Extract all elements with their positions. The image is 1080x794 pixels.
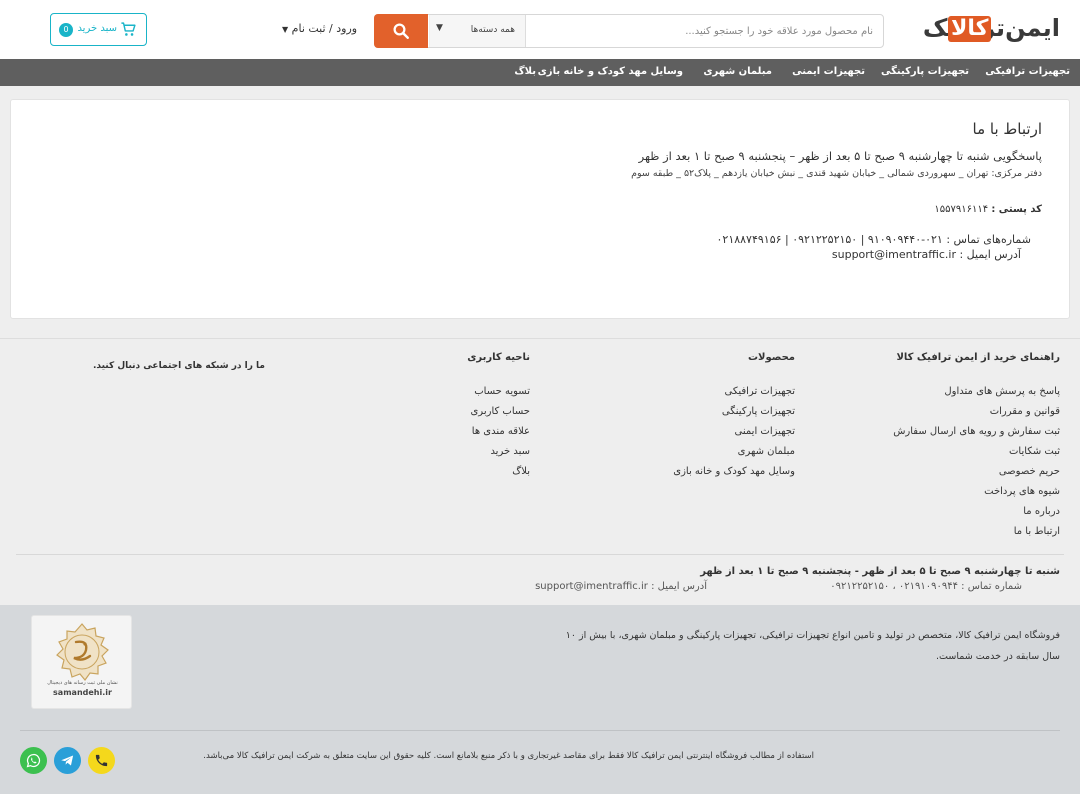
login-register-link[interactable]: ورود / ثبت نام ▼	[282, 22, 357, 35]
nav-item-urban-furniture[interactable]: مبلمان شهری	[703, 66, 772, 77]
caret-down-icon: ▼	[282, 25, 289, 34]
footer-link[interactable]: حساب کاربری	[470, 406, 530, 417]
site-logo[interactable]: ایمن‌ترافیک کالا	[923, 10, 1060, 46]
footer-col-products-title: محصولات	[747, 352, 795, 363]
store-description: فروشگاه ایمن ترافیک کالا، متخصص در تولید…	[565, 630, 1060, 662]
footer-col-account-title: ناحیه کاربری	[467, 352, 530, 363]
footer-link[interactable]: پاسخ به پرسش های متداول	[944, 386, 1060, 397]
nav-item-safety-equipment[interactable]: تجهیزات ایمنی	[792, 66, 865, 77]
category-select[interactable]: همه دسته‌ها ▼	[429, 15, 526, 47]
phone-numbers: شماره‌های تماس : ۰۲۱-۹۱۰۹۰۹۴۴۰ | ۰۹۲۱۲۲۵…	[716, 233, 1031, 246]
cart-count-badge: 0	[59, 23, 73, 37]
samandehi-badge[interactable]: نشان ملی ثبت رسانه های دیجیتال samandehi…	[31, 615, 132, 709]
whatsapp-button[interactable]	[20, 747, 47, 774]
footer-link[interactable]: مبلمان شهری	[738, 446, 795, 457]
contact-card: ارتباط با ما پاسخگویی شنبه تا چهارشنبه ۹…	[10, 99, 1070, 319]
footer-link[interactable]: قوانین و مقررات	[990, 406, 1060, 417]
footer-link[interactable]: تجهیزات پارکینگی	[722, 406, 795, 417]
postal-code-label: کد پستی :	[991, 204, 1042, 215]
cart-icon	[121, 22, 136, 36]
office-address: دفتر مرکزی: تهران _ سهروردی شمالی _ خیاب…	[631, 168, 1042, 179]
main-nav: تجهیزات ترافیکی تجهیزات پارکینگی تجهیزات…	[0, 59, 1080, 86]
footer-bottom: فروشگاه ایمن ترافیک کالا، متخصص در تولید…	[0, 605, 1080, 794]
samandehi-emblem-icon	[56, 623, 109, 681]
footer-phone-numbers: شماره تماس : ۰۲۱۹۱۰۹۰۹۴۴ ، ۰۹۲۱۲۲۵۲۱۵۰	[830, 581, 1022, 592]
footer-col-guide-title: راهنمای خرید از ایمن ترافیک کالا	[896, 352, 1060, 363]
footer-bottom-divider	[20, 730, 1060, 731]
chevron-down-icon: ▼	[436, 23, 443, 33]
nav-item-traffic-equipment[interactable]: تجهیزات ترافیکی	[985, 66, 1070, 77]
telegram-button[interactable]	[54, 747, 81, 774]
search-icon	[393, 23, 409, 39]
footer-social-title: ما را در شبکه های اجتماعی دنبال کنید.	[92, 361, 265, 371]
nav-item-parking-equipment[interactable]: تجهیزات پارکینگی	[881, 66, 969, 77]
footer-link[interactable]: علاقه مندی ها	[472, 426, 530, 437]
phone-button[interactable]	[88, 747, 115, 774]
logo-accent-text: کالا	[948, 16, 992, 42]
footer-link[interactable]: حریم خصوصی	[999, 466, 1060, 477]
footer-link[interactable]: شیوه های پرداخت	[984, 486, 1060, 497]
login-register-label: ورود / ثبت نام	[291, 22, 358, 35]
search-button[interactable]	[374, 14, 428, 48]
postal-code: کد پستی : ۱۵۵۷۹۱۶۱۱۴	[934, 204, 1042, 215]
samandehi-caption: نشان ملی ثبت رسانه های دیجیتال	[47, 680, 118, 686]
copyright-text: استفاده از مطالب فروشگاه اینترنتی ایمن ت…	[203, 751, 814, 761]
logo-text: ایمن‌ترافیک	[922, 14, 1060, 42]
footer-link[interactable]: بلاگ	[512, 466, 530, 477]
footer-links: راهنمای خرید از ایمن ترافیک کالا پاسخ به…	[0, 338, 1080, 606]
whatsapp-icon	[26, 753, 41, 768]
telegram-icon	[61, 755, 74, 766]
footer-link[interactable]: درباره ما	[1023, 506, 1060, 517]
cart-label: سبد خرید	[77, 23, 117, 34]
footer-link[interactable]: ثبت سفارش و رویه های ارسال سفارش	[893, 426, 1060, 437]
footer-working-hours: شنبه تا چهارشنبه ۹ صبح تا ۵ بعد از ظهر -…	[700, 566, 1060, 577]
email-address[interactable]: آدرس ایمیل : support@imentraffic.ir	[832, 248, 1021, 261]
page-title: ارتباط با ما	[972, 120, 1042, 138]
footer-link[interactable]: تجهیزات ترافیکی	[725, 386, 796, 397]
footer-link[interactable]: تسویه حساب	[474, 386, 530, 397]
category-select-label: همه دسته‌ها	[470, 25, 515, 35]
footer-link[interactable]: ارتباط با ما	[1014, 526, 1060, 537]
nav-item-blog[interactable]: بلاگ	[514, 66, 536, 77]
search-input[interactable]	[527, 15, 883, 47]
postal-code-value: ۱۵۵۷۹۱۶۱۱۴	[934, 204, 989, 215]
samandehi-url: samandehi.ir	[53, 688, 112, 697]
search-bar: همه دسته‌ها ▼	[374, 14, 884, 48]
footer-link[interactable]: ثبت شکایات	[1009, 446, 1060, 457]
footer-divider	[16, 554, 1064, 555]
working-hours: پاسخگویی شنبه تا چهارشنبه ۹ صبح تا ۵ بعد…	[638, 149, 1042, 163]
footer-email[interactable]: آدرس ایمیل : support@imentraffic.ir	[535, 581, 707, 592]
footer-link[interactable]: وسایل مهد کودک و خانه بازی	[673, 466, 795, 477]
footer-link[interactable]: تجهیزات ایمنی	[735, 426, 795, 437]
cart-button[interactable]: سبد خرید 0	[50, 13, 147, 46]
phone-icon	[95, 754, 108, 767]
header: ایمن‌ترافیک کالا همه دسته‌ها ▼ ورود / ثب…	[0, 0, 1080, 59]
nav-item-kindergarten-playhouse[interactable]: وسایل مهد کودک و خانه بازی	[538, 66, 683, 77]
footer-link[interactable]: سبد خرید	[490, 446, 530, 457]
